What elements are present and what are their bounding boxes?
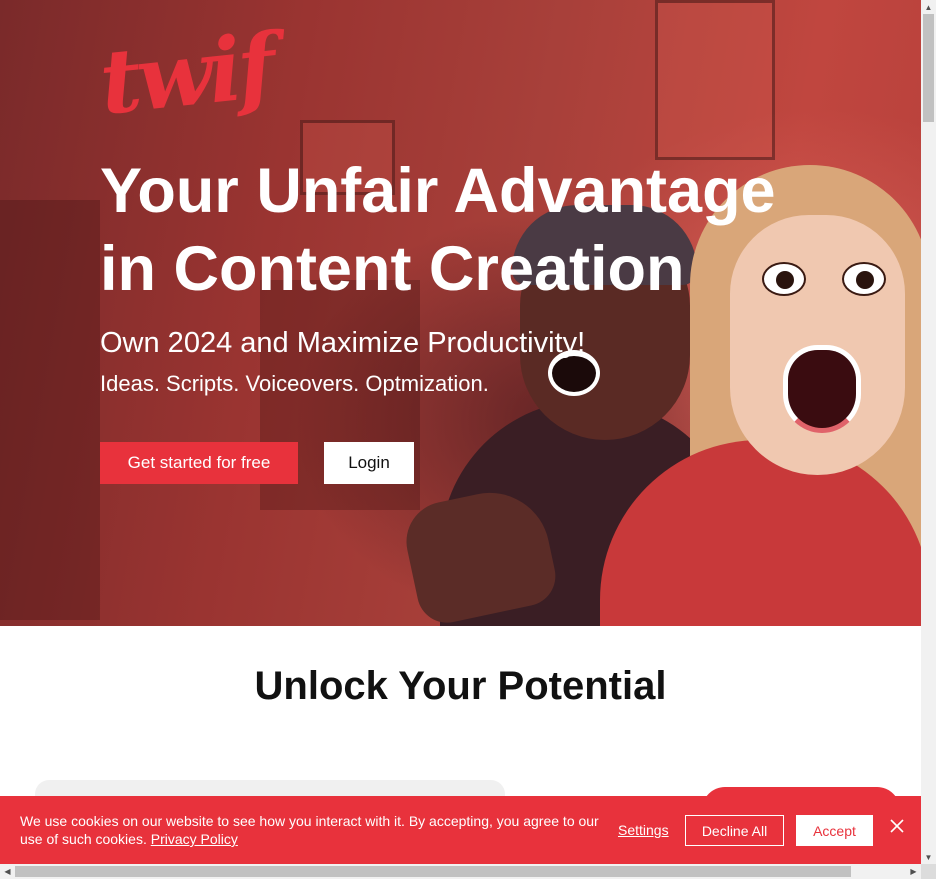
get-started-button[interactable]: Get started for free bbox=[100, 442, 298, 484]
scrollbar-corner bbox=[921, 864, 936, 879]
hero-tagline: Ideas. Scripts. Voiceovers. Optmization. bbox=[100, 371, 489, 396]
horizontal-scroll-thumb[interactable] bbox=[15, 866, 851, 877]
hero-subheadline: Own 2024 and Maximize Productivity! bbox=[100, 327, 586, 359]
scroll-left-icon[interactable]: ◀ bbox=[0, 864, 15, 879]
cookie-settings-link[interactable]: Settings bbox=[618, 822, 669, 838]
close-icon[interactable] bbox=[889, 818, 905, 834]
cookie-message-text: We use cookies on our website to see how… bbox=[20, 813, 599, 847]
vertical-scroll-thumb[interactable] bbox=[923, 14, 934, 122]
accept-button[interactable]: Accept bbox=[796, 815, 873, 846]
privacy-policy-link[interactable]: Privacy Policy bbox=[151, 831, 238, 847]
illustration-woman-mouth bbox=[783, 345, 861, 433]
hero-headline: Your Unfair Advantage in Content Creatio… bbox=[100, 156, 776, 304]
decline-all-button[interactable]: Decline All bbox=[685, 815, 784, 846]
illustration-eye bbox=[842, 262, 886, 296]
background-shape bbox=[0, 200, 100, 620]
login-button[interactable]: Login bbox=[324, 442, 414, 484]
scroll-up-icon[interactable]: ▲ bbox=[921, 0, 936, 14]
section-title: Unlock Your Potential bbox=[254, 664, 667, 708]
background-frame bbox=[655, 0, 775, 160]
scroll-down-icon[interactable]: ▼ bbox=[921, 850, 936, 864]
twif-logo[interactable]: twif bbox=[95, 13, 277, 134]
scroll-right-icon[interactable]: ▶ bbox=[906, 864, 921, 879]
vertical-scrollbar[interactable] bbox=[921, 0, 936, 864]
cookie-message: We use cookies on our website to see how… bbox=[20, 812, 600, 848]
cookie-banner: We use cookies on our website to see how… bbox=[0, 796, 921, 864]
hero-section: twif Your Unfair Advantage in Content Cr… bbox=[0, 0, 921, 626]
